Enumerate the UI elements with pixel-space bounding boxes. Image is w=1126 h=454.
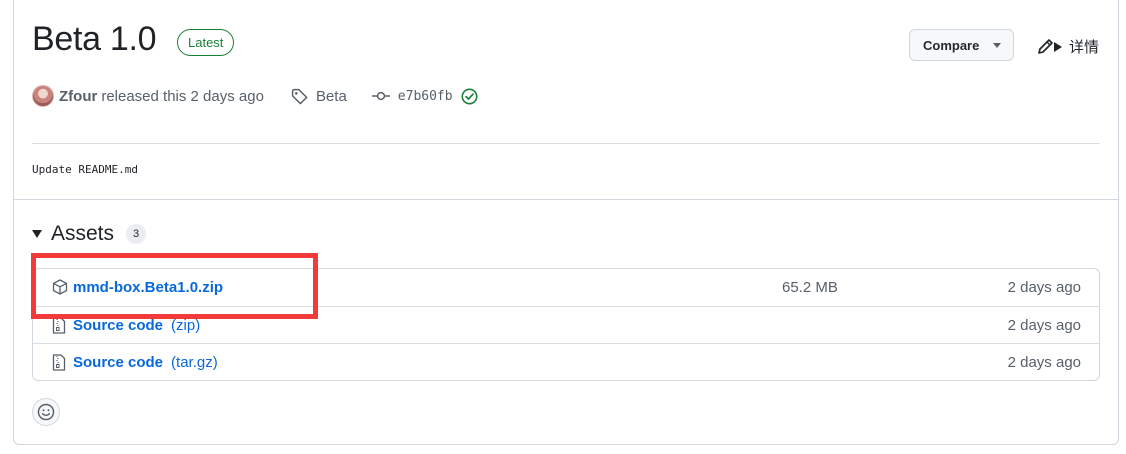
list-item[interactable]: Source code (tar.gz) 2 days ago [33,343,1099,380]
asset-date: 2 days ago [1007,279,1081,296]
assets-count-badge: 3 [126,224,147,244]
chevron-down-icon [993,42,1002,48]
add-reaction-button[interactable] [32,398,60,426]
asset-link[interactable]: Source code (zip) [73,317,200,334]
commit-link[interactable]: e7b60fb [371,87,478,105]
release-notes: Update README.md [32,163,138,176]
avatar[interactable] [32,85,54,107]
git-commit-icon [371,91,390,101]
triangle-down-icon [32,230,42,238]
assets-title: Assets [51,222,115,245]
smiley-icon [37,403,55,421]
highlight-annotation-box [31,253,318,319]
edit-label: 详情 [1069,39,1100,56]
assets-toggle[interactable]: Assets 3 [32,222,147,246]
latest-badge: Latest [177,29,235,56]
commit-sha: e7b60fb [397,88,453,104]
asset-size: 65.2 MB [782,279,838,296]
compare-button[interactable]: Compare [909,29,1014,61]
release-title[interactable]: Beta 1.0 [32,20,157,59]
compare-label: Compare [923,37,980,53]
author-link[interactable]: Zfour [59,88,97,105]
file-zip-icon [52,354,66,371]
pencil-icon [1038,38,1062,54]
tag-link[interactable]: Beta [291,88,347,105]
asset-link[interactable]: Source code (tar.gz) [73,354,218,371]
asset-date: 2 days ago [1007,316,1081,334]
tag-icon [291,88,308,104]
asset-date: 2 days ago [1007,353,1081,371]
section-divider [14,199,1118,200]
verified-check-icon[interactable] [461,87,478,105]
tag-label: Beta [315,87,347,105]
release-meta: Zfour released this 2 days ago Beta e7b6… [32,84,478,108]
edit-release-link[interactable]: 详情 [1036,36,1099,57]
divider [32,143,1100,144]
released-text: released this 2 days ago [101,87,264,105]
file-zip-icon [52,317,66,334]
